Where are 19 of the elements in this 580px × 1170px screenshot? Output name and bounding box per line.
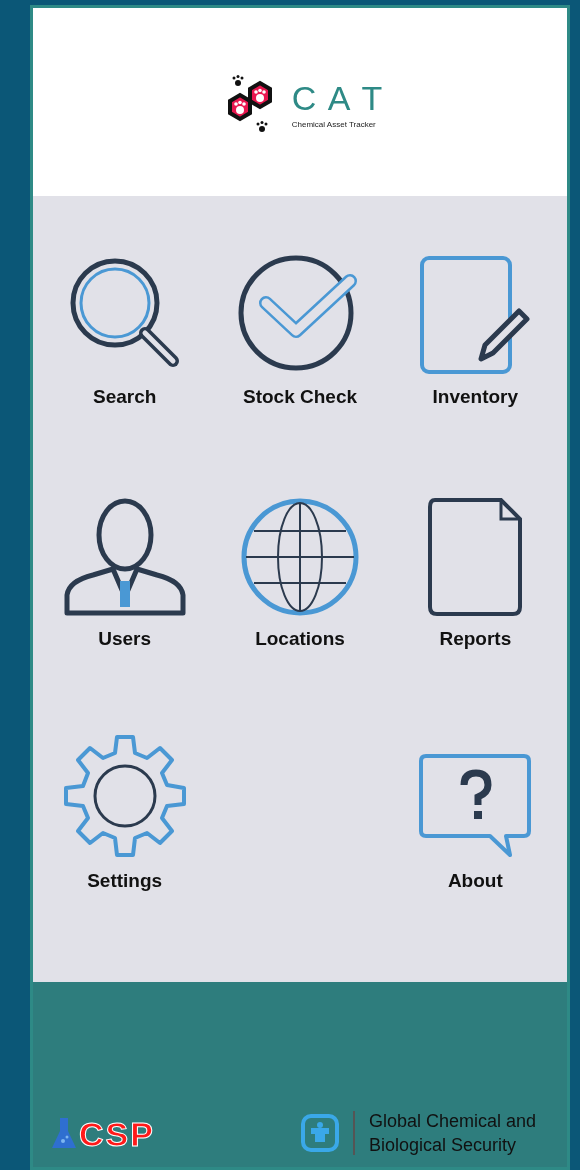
menu-tile[interactable]: Users	[37, 488, 213, 648]
menu-tile[interactable]: Inventory	[387, 246, 563, 406]
settings-icon	[61, 733, 188, 859]
menu-tile[interactable]: Settings	[37, 730, 213, 890]
flask-icon	[51, 1117, 77, 1151]
logo-title: C A T	[291, 81, 385, 115]
menu-tile[interactable]: Reports	[387, 488, 563, 648]
csp-logo-text: CSP	[79, 1117, 155, 1151]
logo-subtitle: Chemical Asset Tracker	[291, 119, 377, 131]
menu-tile[interactable]: Stock Check	[212, 246, 388, 406]
document-pencil-icon	[419, 255, 532, 375]
menu-tile[interactable]: Locations	[212, 488, 388, 648]
document-icon	[427, 497, 524, 617]
footer-organization-text: Global Chemical and Biological Security	[369, 1110, 538, 1157]
globe-icon	[240, 497, 360, 617]
menu-tile[interactable]: About	[387, 730, 563, 890]
help-bubble-icon	[418, 753, 533, 859]
menu-tile[interactable]: Search	[37, 246, 213, 406]
person-tie-icon	[62, 497, 187, 617]
